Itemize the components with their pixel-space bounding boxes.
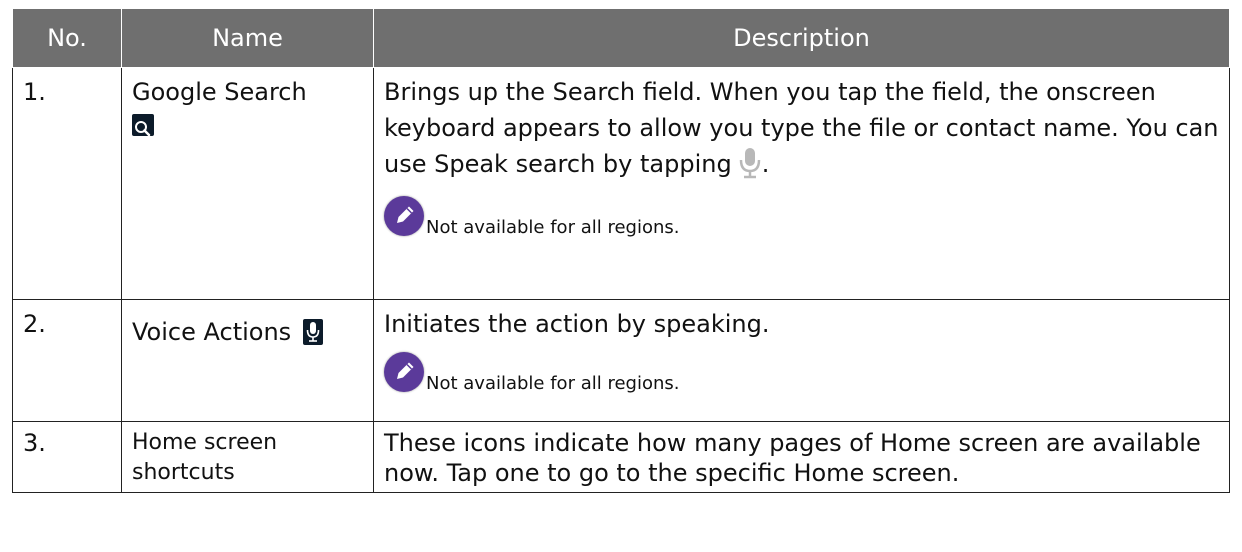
description-text: Initiates the action by speaking. xyxy=(384,310,770,338)
row-number: 3. xyxy=(12,421,122,493)
row-description: These icons indicate how many pages of H… xyxy=(373,421,1230,493)
microphone-icon xyxy=(302,319,323,345)
table-row: 1. Google Search Brings up the Search fi… xyxy=(12,67,1230,300)
row-name: Google Search xyxy=(121,67,374,300)
search-icon xyxy=(132,114,154,137)
row-description: Initiates the action by speaking. Not av… xyxy=(373,299,1230,422)
note-text: Not available for all regions. xyxy=(426,373,680,394)
table-row: 3. Home screen shortcuts These icons ind… xyxy=(12,421,1230,493)
header-name: Name xyxy=(121,8,374,68)
feature-table: No. Name Description 1. Google Search Br… xyxy=(12,8,1230,493)
row-name: Home screen shortcuts xyxy=(121,421,374,493)
row-name-label: Google Search xyxy=(132,78,307,106)
header-row: No. Name Description xyxy=(12,8,1230,68)
description-text: Brings up the Search field. When you tap… xyxy=(384,78,1219,178)
description-end: . xyxy=(761,150,770,178)
row-name-label: Voice Actions xyxy=(132,318,292,346)
header-description: Description xyxy=(373,8,1230,68)
note: Not available for all regions. xyxy=(384,196,1219,238)
row-name: Voice Actions xyxy=(121,299,374,422)
note: Not available for all regions. xyxy=(384,352,1219,394)
pencil-note-icon xyxy=(384,196,424,236)
note-text: Not available for all regions. xyxy=(426,217,680,238)
row-description: Brings up the Search field. When you tap… xyxy=(373,67,1230,300)
table-row: 2. Voice Actions Initiates the action by… xyxy=(12,299,1230,422)
row-number: 1. xyxy=(12,67,122,300)
row-number: 2. xyxy=(12,299,122,422)
header-no: No. xyxy=(12,8,122,68)
microphone-icon xyxy=(738,146,762,190)
pencil-note-icon xyxy=(384,352,424,392)
